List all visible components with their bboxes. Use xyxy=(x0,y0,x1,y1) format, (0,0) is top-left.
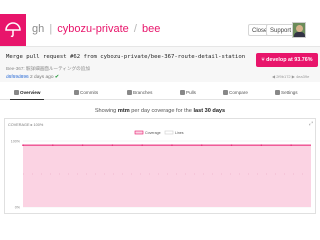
tab-commits[interactable]: Commits xyxy=(74,88,98,100)
y-tick-label: 100% xyxy=(11,140,21,144)
branch-icon xyxy=(127,90,132,95)
tab-branches[interactable]: Branches xyxy=(127,88,152,100)
legend-swatch-lines xyxy=(164,130,174,135)
chart-heading: Showing mtm per day coverage for the las… xyxy=(0,108,320,114)
support-button[interactable]: Support xyxy=(266,24,296,36)
breadcrumb-separator: | xyxy=(49,23,53,35)
commit-icon xyxy=(74,90,79,95)
commit-age: 2 days ago xyxy=(30,75,54,80)
avatar-body xyxy=(294,32,305,37)
coverage-point xyxy=(171,144,173,146)
heading-prefix: Showing xyxy=(94,108,117,114)
avatar-head xyxy=(296,25,303,32)
legend-swatch-coverage xyxy=(134,130,144,135)
coverage-point xyxy=(22,144,24,146)
commit-subtitle: Bee-367: 駅詳細画面ルーティングの追加 xyxy=(6,66,90,71)
ci-check-icon: ✔ xyxy=(54,75,59,80)
gear-icon xyxy=(275,90,280,95)
tab-overview[interactable]: Overview xyxy=(9,88,45,100)
repo-tabs: Overview Commits Branches Pulls Compare … xyxy=(0,86,320,100)
tab-settings[interactable]: Settings xyxy=(275,88,298,100)
coverage-point xyxy=(81,144,84,146)
commit-meta: d6f69d896 2 days ago ✔ xyxy=(6,75,59,80)
y-tick-label: 0% xyxy=(15,206,21,210)
coverage-point xyxy=(141,144,143,146)
top-header: gh | cybozu-private / bee Close Support xyxy=(0,14,320,46)
legend-label-coverage: Coverage xyxy=(145,131,161,135)
breadcrumb-repo[interactable]: bee xyxy=(142,23,160,35)
tab-pulls[interactable]: Pulls xyxy=(180,88,196,100)
tab-compare[interactable]: Compare xyxy=(223,88,248,100)
breadcrumb-separator: / xyxy=(133,23,137,35)
pull-request-icon xyxy=(180,90,185,95)
coverage-chart-panel: COVERAGE ▸ 100% ⤢ 100% 0% Coverage Lines xyxy=(4,118,316,214)
coverage-point xyxy=(51,144,54,146)
coverage-area xyxy=(23,145,311,207)
coverage-point xyxy=(290,144,292,146)
coverage-badge[interactable]: ⑂ develop at 93.76% xyxy=(256,53,318,67)
period-selector[interactable]: last 30 days xyxy=(193,108,225,114)
metric-selector[interactable]: mtm xyxy=(118,108,130,114)
coverage-point xyxy=(260,144,263,146)
commit-navigation[interactable]: ◀ 2f9b172 ▶ 4ea39e xyxy=(272,74,309,79)
avatar[interactable] xyxy=(292,22,306,38)
compare-icon xyxy=(223,90,228,95)
commit-message[interactable]: Merge pull request #62 from cybozu-priva… xyxy=(6,54,245,60)
legend-label-lines: Lines xyxy=(175,131,184,135)
coverage-point xyxy=(200,144,203,146)
breadcrumb-host[interactable]: gh xyxy=(32,23,44,35)
coverage-label: develop at 93.76% xyxy=(266,57,313,63)
heading-middle: per day coverage for the xyxy=(131,108,192,114)
overview-icon xyxy=(14,90,19,95)
breadcrumb-owner[interactable]: cybozu-private xyxy=(57,23,129,35)
commit-sha[interactable]: d6f69d896 xyxy=(6,75,29,80)
coverage-chart: 100% 0% Coverage Lines xyxy=(11,130,311,210)
coverage-point xyxy=(111,144,114,146)
breadcrumb: gh | cybozu-private / bee xyxy=(32,23,160,35)
codecov-logo[interactable] xyxy=(0,14,26,46)
coverage-point xyxy=(230,144,233,146)
umbrella-icon xyxy=(5,22,21,38)
